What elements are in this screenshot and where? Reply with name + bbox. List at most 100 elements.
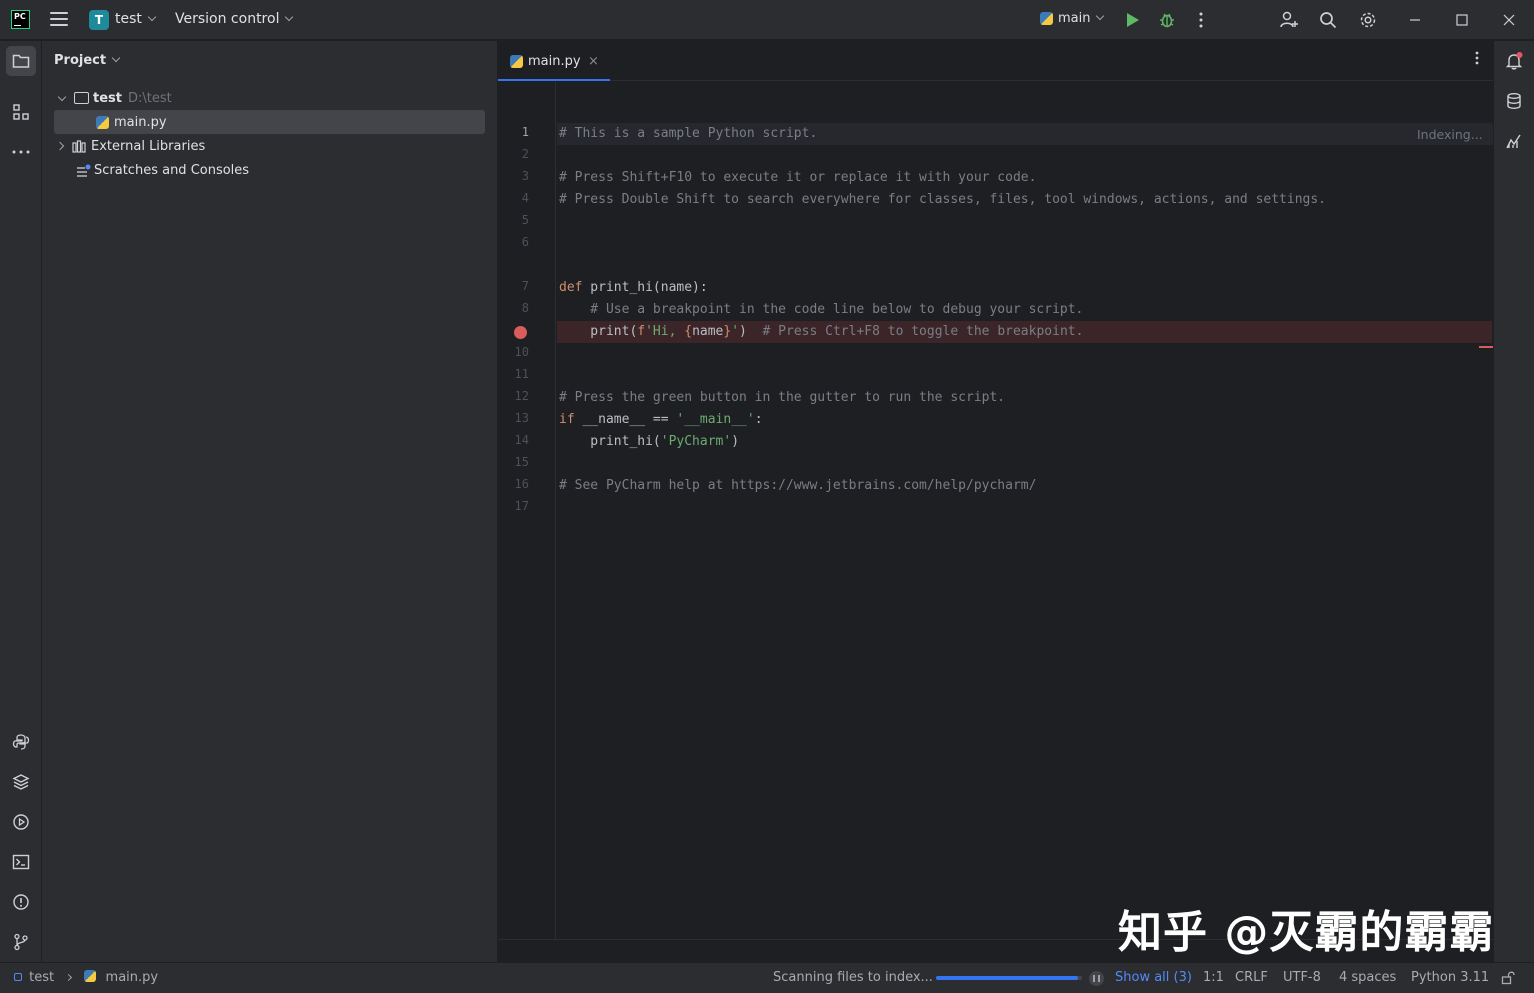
line-number: 16 [514, 477, 529, 491]
scratches-icon [77, 164, 91, 177]
code-line[interactable]: # Press Double Shift to search everywher… [557, 189, 1492, 211]
profiler-icon[interactable] [1499, 126, 1529, 156]
more-tools-icon[interactable] [6, 137, 36, 167]
library-icon [72, 139, 86, 153]
title-bar: PC T test Version control main [0, 0, 1534, 40]
code-line[interactable]: # This is a sample Python script. [557, 123, 1492, 145]
breakpoint-stripe-marker[interactable] [1479, 346, 1493, 348]
chevron-down-icon [1096, 11, 1105, 20]
chevron-right-icon [65, 973, 73, 982]
breakpoint-icon[interactable] [514, 326, 527, 339]
code-line[interactable]: # Press the green button in the gutter t… [557, 387, 1492, 409]
tree-item-external-libraries[interactable]: External Libraries [54, 134, 485, 158]
run-icon[interactable] [1121, 8, 1145, 32]
line-number: 5 [521, 213, 529, 227]
python-file-icon [84, 970, 97, 982]
project-module-icon [14, 973, 22, 981]
git-icon[interactable] [6, 927, 36, 957]
maximize-icon[interactable] [1450, 8, 1474, 32]
python-file-icon [510, 54, 523, 68]
code-line[interactable]: def print_hi(name): [557, 277, 1492, 299]
debug-icon[interactable] [1155, 8, 1179, 32]
line-number: 7 [521, 279, 529, 293]
pycharm-logo: PC [11, 10, 30, 29]
show-all-background-tasks-link[interactable]: Show all (3) [1115, 970, 1192, 985]
tree-item-scratches[interactable]: Scratches and Consoles [54, 158, 485, 182]
indexing-indicator: Indexing... [1409, 125, 1493, 145]
editor-area: main.py × 1 2 3 4 5 6 7 8 10 11 12 13 14… [498, 41, 1493, 962]
chevron-right-icon[interactable] [55, 141, 65, 151]
database-icon[interactable] [1499, 86, 1529, 116]
code-line[interactable]: if __name__ == '__main__': [557, 409, 1492, 431]
main-menu-icon[interactable] [50, 12, 68, 28]
code-line[interactable]: # See PyCharm help at https://www.jetbra… [557, 475, 1492, 497]
chevron-down-icon [111, 53, 121, 63]
run-config-selector[interactable]: main [1040, 11, 1105, 26]
chevron-down-icon [147, 12, 157, 22]
progress-fill [936, 976, 1078, 980]
line-number: 2 [521, 147, 529, 161]
line-number: 6 [521, 235, 529, 249]
more-icon[interactable] [1189, 8, 1213, 32]
python-packages-icon[interactable] [6, 767, 36, 797]
breadcrumb: test main.py [14, 970, 158, 985]
indexing-progress-bar[interactable] [936, 976, 1082, 980]
tab-options-icon[interactable] [1475, 51, 1479, 69]
chevron-down-icon[interactable] [57, 92, 67, 101]
line-number: 10 [514, 345, 529, 359]
caret-position[interactable]: 1:1 [1203, 970, 1224, 985]
breadcrumb-file[interactable]: main.py [106, 970, 159, 985]
tab-main-py[interactable]: main.py × [498, 41, 610, 81]
python-file-icon [96, 115, 109, 129]
line-number: 3 [521, 169, 529, 183]
tree-item-main-py[interactable]: main.py [54, 110, 485, 134]
tree-item-project-root[interactable]: test D:\test [54, 86, 485, 110]
indent-setting[interactable]: 4 spaces [1339, 970, 1396, 985]
project-folder-icon[interactable] [6, 46, 36, 76]
breadcrumb-project[interactable]: test [29, 970, 54, 985]
terminal-icon[interactable] [6, 847, 36, 877]
python-interpreter[interactable]: Python 3.11 [1411, 970, 1489, 985]
problems-icon[interactable] [6, 887, 36, 917]
left-tool-strip [0, 41, 42, 962]
line-number: 8 [521, 301, 529, 315]
services-icon[interactable] [6, 807, 36, 837]
project-badge[interactable]: T [89, 10, 109, 30]
project-panel: Project test D:\test main.py External Li… [42, 41, 498, 962]
code-editor[interactable]: # This is a sample Python script. # Pres… [557, 82, 1493, 939]
settings-icon[interactable] [1356, 8, 1380, 32]
code-line[interactable]: print_hi('PyCharm') [557, 431, 1492, 453]
notifications-icon[interactable] [1499, 46, 1529, 76]
line-ending[interactable]: CRLF [1235, 970, 1268, 985]
line-number: 4 [521, 191, 529, 205]
code-line[interactable]: # Press Shift+F10 to execute it or repla… [557, 167, 1492, 189]
line-number-gutter[interactable]: 1 2 3 4 5 6 7 8 10 11 12 13 14 15 16 17 [498, 82, 556, 939]
python-console-icon[interactable] [6, 727, 36, 757]
line-number: 12 [514, 389, 529, 403]
file-encoding[interactable]: UTF-8 [1283, 970, 1321, 985]
line-number: 14 [514, 433, 529, 447]
tab-close-icon[interactable]: × [588, 54, 599, 69]
structure-icon[interactable] [6, 97, 36, 127]
line-number: 17 [514, 499, 529, 513]
editor-tab-bar: main.py × [498, 41, 1493, 81]
close-icon[interactable] [1497, 8, 1521, 32]
code-line-breakpoint[interactable]: print(f'Hi, {name}') # Press Ctrl+F8 to … [557, 321, 1492, 343]
version-control-menu[interactable]: Version control [175, 11, 294, 27]
chevron-down-icon [285, 12, 294, 22]
status-bar: test main.py Scanning files to index... … [0, 962, 1534, 993]
watermark: 知乎 @灭霸的霸霸 [1118, 907, 1495, 958]
project-panel-title[interactable]: Project [54, 53, 121, 68]
project-switcher[interactable]: test [115, 11, 157, 27]
code-line[interactable]: # Use a breakpoint in the code line belo… [557, 299, 1492, 321]
minimize-icon[interactable] [1403, 8, 1427, 32]
python-file-icon [1040, 12, 1053, 25]
pause-indexing-icon[interactable] [1089, 971, 1104, 986]
add-user-icon[interactable] [1277, 8, 1301, 32]
line-number: 15 [514, 455, 529, 469]
search-icon[interactable] [1316, 8, 1340, 32]
indexing-status-text[interactable]: Scanning files to index... [773, 970, 933, 985]
line-number: 11 [514, 367, 529, 381]
line-number: 1 [521, 125, 529, 139]
unlock-icon[interactable] [1501, 971, 1515, 989]
